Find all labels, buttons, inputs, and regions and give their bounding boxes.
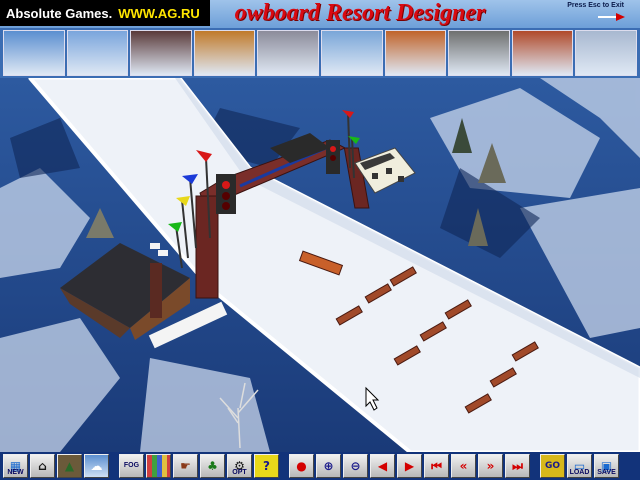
resort-viewport[interactable]	[0, 78, 640, 452]
new-button[interactable]: ▦ NEW	[3, 454, 28, 478]
help-label: ?	[263, 459, 270, 473]
sky-preset-sunset-gold[interactable]	[193, 30, 256, 76]
rotate-right-button[interactable]: ▶	[397, 454, 422, 478]
zoom-out-button[interactable]: ⊖	[343, 454, 368, 478]
skip-first-icon: ⏮	[431, 458, 442, 473]
tree-icon: ♣	[207, 459, 218, 473]
rotate-left-button[interactable]: ◀	[370, 454, 395, 478]
fast-forward-icon: »	[486, 459, 495, 473]
eraser-icon: ●	[296, 459, 307, 473]
pointer-button[interactable]: ☛	[173, 454, 198, 478]
site-url: WWW.AG.RU	[118, 5, 200, 21]
sky-preset-high-clouds[interactable]	[66, 30, 129, 76]
load-label: LOAD	[569, 469, 590, 476]
rewind-icon: «	[459, 459, 468, 473]
palette-button[interactable]	[146, 454, 171, 478]
site-badge[interactable]: Absolute Games. WWW.AG.RU	[0, 0, 210, 26]
sky-preset-orange-haze[interactable]	[384, 30, 447, 76]
site-name: Absolute Games.	[6, 5, 113, 21]
last-button[interactable]: ⏭	[505, 454, 530, 478]
trees-button[interactable]: ♣	[200, 454, 225, 478]
save-label: SAVE	[597, 469, 616, 476]
options-button[interactable]: ⚙ OPT	[227, 454, 252, 478]
eraser-button[interactable]: ●	[289, 454, 314, 478]
exit-hint: Press Esc to Exit	[567, 2, 624, 9]
terrain-icon: ▲	[64, 459, 75, 473]
hand-pointer-icon: ☛	[180, 459, 191, 473]
fog-button[interactable]: FOG	[119, 454, 144, 478]
zoom-in-icon: ⊕	[323, 459, 334, 473]
sky-preset-grey-overcast[interactable]	[257, 30, 319, 76]
first-button[interactable]: ⏮	[424, 454, 449, 478]
sky-preset-white-clouds[interactable]	[575, 30, 637, 76]
sky-preset-red-sunset[interactable]	[511, 30, 574, 76]
forward-button[interactable]: »	[478, 454, 503, 478]
top-banner: Absolute Games. WWW.AG.RU owboard Resort…	[0, 0, 640, 28]
bottom-toolbar: ▦ NEW ⌂ ▲ ☁ FOG ☛ ♣ ⚙ OPT ? ● ⊕ ⊖ ◀ ▶ ⏮ …	[0, 452, 640, 480]
skip-last-icon: ⏭	[512, 458, 523, 473]
zoom-in-button[interactable]: ⊕	[316, 454, 341, 478]
sky-preset-strip	[0, 28, 640, 78]
sky-preset-dusk-dark[interactable]	[130, 30, 192, 76]
sky-preset-clear-blue[interactable]	[3, 30, 65, 76]
fog-label: FOG	[123, 462, 140, 469]
sky-button[interactable]: ☁	[84, 454, 109, 478]
opt-label: OPT	[232, 469, 247, 476]
app-title: owboard Resort Designer	[234, 0, 486, 26]
help-button[interactable]: ?	[254, 454, 279, 478]
terrain-button[interactable]: ▲	[57, 454, 82, 478]
load-button[interactable]: ▭ LOAD	[567, 454, 592, 478]
lodge-button[interactable]: ⌂	[30, 454, 55, 478]
rewind-button[interactable]: «	[451, 454, 476, 478]
arrow-right-icon: ▶	[404, 459, 415, 473]
sky-preset-storm-grey[interactable]	[448, 30, 510, 76]
save-button[interactable]: ▣ SAVE	[594, 454, 619, 478]
zoom-out-icon: ⊖	[350, 459, 361, 473]
sky-preset-cumulus[interactable]	[320, 30, 383, 76]
go-label: GO	[544, 461, 561, 471]
arrow-left-icon: ◀	[377, 459, 388, 473]
exit-arrow-icon[interactable]	[596, 13, 626, 21]
go-button[interactable]: GO	[540, 454, 565, 478]
new-label: NEW	[7, 469, 24, 476]
cloud-icon: ☁	[90, 459, 103, 473]
house-icon: ⌂	[38, 459, 47, 473]
